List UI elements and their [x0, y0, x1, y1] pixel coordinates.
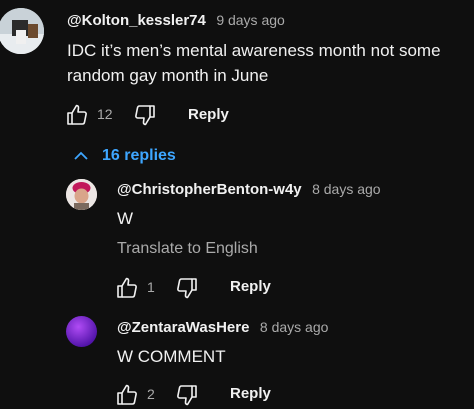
reply-header: @ZentaraWasHere 8 days ago: [117, 319, 328, 337]
thumbs-down-icon: [133, 103, 157, 127]
reply-text: W COMMENT: [117, 347, 226, 366]
reply-button[interactable]: Reply: [230, 385, 271, 402]
chevron-up-icon: [72, 147, 90, 165]
reply-timestamp[interactable]: 8 days ago: [312, 181, 381, 197]
comment-text-line: random gay month in June: [67, 66, 269, 85]
dislike-button[interactable]: [175, 383, 199, 407]
avatar[interactable]: [66, 179, 97, 210]
like-button[interactable]: [65, 103, 89, 127]
reply-timestamp[interactable]: 8 days ago: [260, 319, 329, 335]
replies-toggle[interactable]: 16 replies: [72, 147, 176, 165]
avatar[interactable]: [0, 8, 44, 54]
thumbs-up-icon: [115, 383, 139, 407]
like-count: 2: [147, 386, 155, 402]
replies-count[interactable]: 16 replies: [102, 147, 176, 165]
like-count: 12: [97, 106, 113, 122]
thumbs-down-icon: [175, 276, 199, 300]
dislike-button[interactable]: [175, 276, 199, 300]
like-button[interactable]: [115, 276, 139, 300]
reply-text: W: [117, 209, 134, 228]
thumbs-down-icon: [175, 383, 199, 407]
avatar[interactable]: [66, 316, 97, 347]
comment-text: IDC it’s men’s mental awareness month no…: [67, 38, 441, 88]
comment-timestamp[interactable]: 9 days ago: [216, 12, 285, 28]
dislike-button[interactable]: [133, 103, 157, 127]
thumbs-up-icon: [65, 103, 89, 127]
reply-button[interactable]: Reply: [230, 278, 271, 295]
reply-author[interactable]: @ZentaraWasHere: [117, 319, 249, 336]
comment-header: @Kolton_kessler74 9 days ago: [67, 12, 285, 30]
reply-author[interactable]: @ChristopherBenton-w4y: [117, 181, 302, 198]
reply-header: @ChristopherBenton-w4y 8 days ago: [117, 181, 381, 199]
like-button[interactable]: [115, 383, 139, 407]
like-count: 1: [147, 279, 155, 295]
thumbs-up-icon: [115, 276, 139, 300]
comment-text-line: IDC it’s men’s mental awareness month no…: [67, 41, 441, 60]
reply-button[interactable]: Reply: [188, 106, 229, 123]
comment-author[interactable]: @Kolton_kessler74: [67, 12, 206, 29]
translate-link[interactable]: Translate to English: [117, 240, 258, 258]
